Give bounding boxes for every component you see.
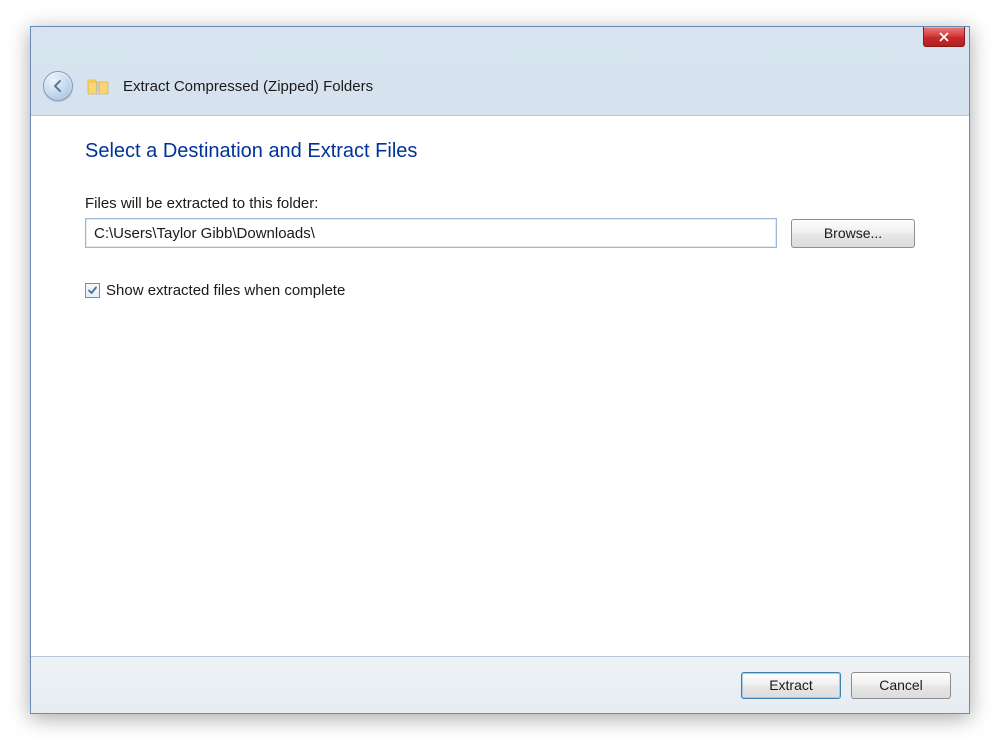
- checkmark-icon: [87, 285, 98, 296]
- zip-folder-icon: [87, 76, 109, 96]
- browse-button[interactable]: Browse...: [791, 219, 915, 248]
- close-button[interactable]: [923, 27, 965, 47]
- titlebar: [31, 27, 969, 57]
- page-heading: Select a Destination and Extract Files: [85, 140, 915, 163]
- path-row: Browse...: [85, 218, 915, 248]
- extract-dialog: Extract Compressed (Zipped) Folders Sele…: [30, 26, 970, 714]
- header-nav: Extract Compressed (Zipped) Folders: [31, 57, 969, 115]
- content-panel: Select a Destination and Extract Files F…: [31, 115, 969, 657]
- cancel-button[interactable]: Cancel: [851, 672, 951, 699]
- dialog-footer: Extract Cancel: [31, 657, 969, 713]
- show-files-checkbox-row: Show extracted files when complete: [85, 282, 915, 299]
- back-arrow-icon: [51, 79, 65, 93]
- path-label: Files will be extracted to this folder:: [85, 195, 915, 212]
- wizard-title: Extract Compressed (Zipped) Folders: [123, 78, 373, 95]
- show-files-checkbox[interactable]: [85, 283, 100, 298]
- show-files-checkbox-label[interactable]: Show extracted files when complete: [106, 282, 345, 299]
- extract-button[interactable]: Extract: [741, 672, 841, 699]
- back-button[interactable]: [43, 71, 73, 101]
- destination-path-input[interactable]: [85, 218, 777, 248]
- close-icon: [939, 32, 949, 42]
